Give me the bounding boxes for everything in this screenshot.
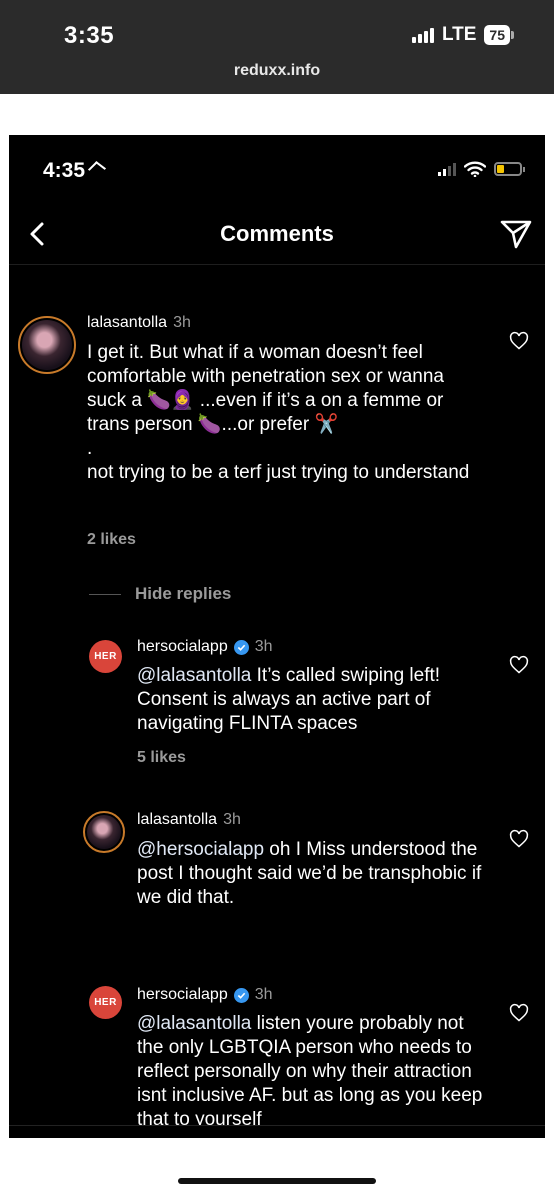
- wifi-icon: [464, 161, 486, 177]
- inner-clock-text: 4:35: [43, 159, 86, 182]
- reply-text: @lalasantolla It’s called swiping left! …: [137, 664, 487, 736]
- verified-badge-icon: [233, 987, 249, 1003]
- outer-status-icons: LTE 75: [411, 24, 514, 46]
- comment-likes[interactable]: 2 likes: [87, 531, 136, 549]
- network-type: LTE: [441, 24, 477, 45]
- mention-link[interactable]: @lalasantolla: [137, 1013, 251, 1034]
- reply-header: hersocialapp 3h: [137, 986, 273, 1004]
- divider: [9, 1125, 545, 1126]
- inner-clock: 4:35: [43, 159, 107, 183]
- avatar-label: HER: [94, 997, 117, 1008]
- inner-status-bar: 4:35: [9, 135, 545, 205]
- comment-header: lalasantolla 3h: [87, 314, 191, 332]
- comment-username[interactable]: lalasantolla: [87, 314, 167, 332]
- reply-username[interactable]: hersocialapp: [137, 638, 228, 656]
- inner-status-icons: [438, 161, 525, 177]
- reply-header: hersocialapp 3h: [137, 638, 273, 656]
- reply-timestamp: 3h: [254, 638, 273, 655]
- location-arrow-icon: [87, 161, 107, 177]
- inner-battery-icon: [494, 162, 525, 176]
- url-bar[interactable]: reduxx.info: [0, 62, 554, 80]
- heart-icon[interactable]: [509, 655, 529, 675]
- heart-icon[interactable]: [509, 829, 529, 849]
- hide-replies-label: Hide replies: [135, 584, 232, 603]
- reply-username[interactable]: hersocialapp: [137, 986, 228, 1004]
- back-button[interactable]: [23, 219, 53, 249]
- avatar[interactable]: [83, 811, 125, 853]
- avatar[interactable]: [18, 316, 76, 374]
- inner-signal-icon: [438, 162, 456, 176]
- reply-header: lalasantolla 3h: [137, 811, 241, 829]
- reply-text: @hersocialapp oh I Miss understood the p…: [137, 838, 487, 910]
- divider: [89, 593, 121, 595]
- verified-badge-icon: [233, 639, 249, 655]
- reply-username[interactable]: lalasantolla: [137, 811, 217, 829]
- hide-replies-button[interactable]: Hide replies: [89, 584, 231, 604]
- comment-timestamp: 3h: [173, 314, 191, 331]
- share-button[interactable]: [499, 217, 533, 251]
- paper-plane-icon: [500, 220, 532, 249]
- mention-link[interactable]: @lalasantolla: [137, 665, 251, 686]
- cellular-signal-icon: [411, 27, 434, 43]
- comments-screenshot: 4:35 Comments lalasantolla 3h I get it. …: [9, 135, 545, 1138]
- battery-icon: 75: [484, 25, 514, 45]
- comments-header: Comments: [9, 207, 545, 265]
- avatar[interactable]: HER: [89, 640, 122, 673]
- reply-timestamp: 3h: [223, 811, 241, 828]
- heart-icon[interactable]: [509, 1003, 529, 1023]
- mention-link[interactable]: @hersocialapp: [137, 839, 264, 860]
- page-title: Comments: [220, 221, 334, 246]
- comment-text: I get it. But what if a woman doesn’t fe…: [87, 342, 470, 483]
- heart-icon[interactable]: [509, 331, 529, 351]
- outer-status-bar: 3:35 LTE 75 reduxx.info: [0, 0, 554, 94]
- home-indicator[interactable]: [178, 1178, 376, 1184]
- reply-text: @lalasantolla listen youre probably not …: [137, 1012, 487, 1125]
- battery-level: 75: [484, 25, 510, 45]
- chevron-left-icon: [30, 222, 44, 246]
- reply-likes[interactable]: 5 likes: [137, 749, 186, 767]
- avatar[interactable]: HER: [89, 986, 122, 1019]
- avatar-label: HER: [94, 651, 117, 662]
- reply-timestamp: 3h: [254, 986, 273, 1003]
- outer-clock: 3:35: [64, 22, 115, 49]
